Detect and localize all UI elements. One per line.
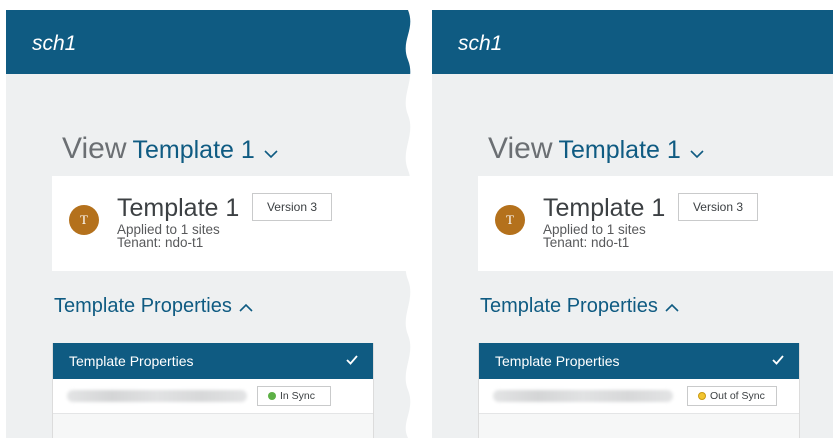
dropdown-selected-option[interactable]: Template Properties	[53, 343, 373, 379]
sync-status-badge: Out of Sync	[687, 386, 777, 406]
template-properties-toggle[interactable]: Template Properties	[478, 294, 728, 332]
template-summary-card: T Template 1 Version 3 Applied to 1 site…	[478, 176, 833, 271]
right-screenshot-panel: sch1 View Template 1 T Template 1 Version…	[432, 10, 833, 438]
tenant-text: Tenant: ndo-t1	[543, 235, 630, 250]
sync-status-text: Out of Sync	[710, 390, 765, 402]
site-sync-row[interactable]: Out of Sync	[479, 379, 799, 413]
schema-title: sch1	[458, 32, 503, 55]
dropdown-footer	[53, 413, 373, 438]
torn-edge-decoration	[405, 10, 416, 438]
template-properties-toggle[interactable]: Template Properties	[52, 294, 302, 332]
template-properties-link-label[interactable]: Template Properties	[54, 295, 232, 317]
dropdown-footer	[479, 413, 799, 438]
chevron-up-icon[interactable]	[664, 302, 680, 314]
template-summary-card: T Template 1 Version 3 Applied to 1 site…	[52, 176, 416, 271]
dropdown-option-label: Template Properties	[69, 353, 194, 369]
checkmark-icon	[346, 355, 358, 365]
site-sync-row[interactable]: In Sync	[53, 379, 373, 413]
redacted-site-name	[67, 390, 247, 402]
template-properties-dropdown: Template Properties Out of Sync	[478, 343, 800, 438]
schema-title: sch1	[32, 32, 77, 55]
template-properties-link-label[interactable]: Template Properties	[480, 295, 658, 317]
status-dot-icon	[268, 392, 276, 400]
version-badge: Version 3	[252, 193, 332, 221]
template-properties-dropdown: Template Properties In Sync	[52, 343, 374, 438]
chevron-down-icon[interactable]	[263, 148, 279, 160]
sync-status-text: In Sync	[280, 390, 316, 402]
version-badge: Version 3	[678, 193, 758, 221]
left-screenshot-panel: sch1 View Template 1 T Template 1 Version…	[6, 10, 416, 438]
status-dot-icon	[698, 392, 706, 400]
chevron-down-icon[interactable]	[689, 148, 705, 160]
view-template-selector[interactable]: View Template 1	[488, 132, 705, 166]
tenant-text: Tenant: ndo-t1	[117, 235, 204, 250]
template-avatar: T	[69, 205, 99, 235]
template-title: Template 1	[117, 194, 240, 222]
view-template-name[interactable]: Template 1	[132, 136, 254, 164]
view-template-selector[interactable]: View Template 1	[62, 132, 279, 166]
template-title: Template 1	[543, 194, 666, 222]
dropdown-selected-option[interactable]: Template Properties	[479, 343, 799, 379]
chevron-up-icon[interactable]	[238, 302, 254, 314]
schema-header: sch1	[6, 10, 416, 74]
template-avatar: T	[495, 205, 525, 235]
comparison-stage: sch1 View Template 1 T Template 1 Version…	[0, 0, 833, 438]
sync-status-badge: In Sync	[257, 386, 331, 406]
checkmark-icon	[772, 355, 784, 365]
view-label: View	[62, 132, 127, 165]
redacted-site-name	[493, 390, 673, 402]
view-template-name[interactable]: Template 1	[558, 136, 680, 164]
dropdown-option-label: Template Properties	[495, 353, 620, 369]
view-label: View	[488, 132, 553, 165]
schema-header: sch1	[432, 10, 833, 74]
